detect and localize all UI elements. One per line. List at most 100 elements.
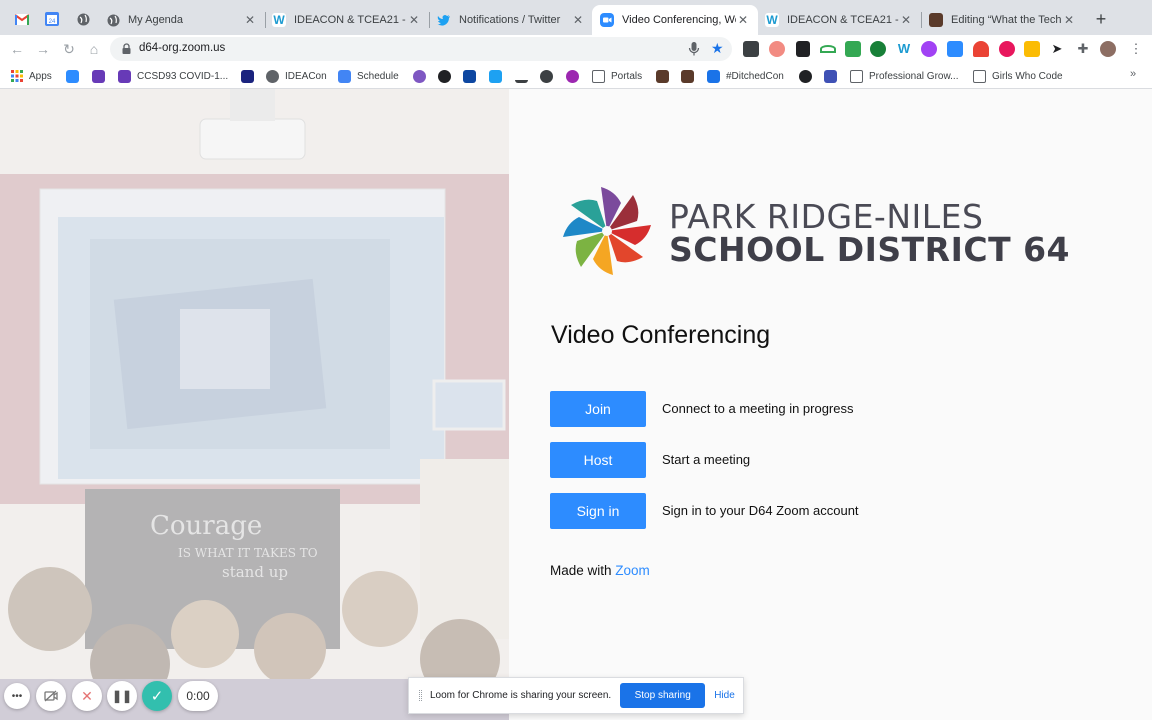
bookmark-ditchedcon[interactable]: #DitchedCon xyxy=(707,68,784,84)
s-icon xyxy=(438,69,451,83)
bookmark-label: Schedule xyxy=(357,70,399,82)
bookmark-label: CCSD93 COVID-1... xyxy=(137,70,229,82)
avatar[interactable] xyxy=(1100,41,1116,57)
extension-icon[interactable] xyxy=(870,41,886,57)
extension-icon[interactable] xyxy=(820,45,836,53)
extension-icon[interactable] xyxy=(845,41,861,57)
tab-close-icon[interactable]: ✕ xyxy=(736,13,750,27)
loom-finish-button[interactable]: ✓ xyxy=(142,681,172,711)
puzzle-icon[interactable]: ✚ xyxy=(1075,41,1091,57)
tab-close-icon[interactable]: ✕ xyxy=(407,13,421,27)
bookmark-schedule[interactable]: Schedule xyxy=(338,68,399,84)
tab-title: IDEACON & TCEA21 - Wa xyxy=(294,14,407,26)
bookmark-sis[interactable] xyxy=(463,68,482,84)
tab-video-conferencing[interactable]: Video Conferencing, Wel ✕ xyxy=(592,5,758,35)
host-description: Start a meeting xyxy=(662,452,751,467)
bookmark-a[interactable] xyxy=(799,68,818,84)
apps-grid-icon xyxy=(11,70,23,82)
bookmark-globe[interactable] xyxy=(540,68,559,84)
loom-cancel-button[interactable]: ✕ xyxy=(72,681,102,711)
twitter-icon xyxy=(437,15,450,26)
zoom-icon xyxy=(600,13,614,27)
home-button[interactable]: ⌂ xyxy=(86,41,102,57)
microphone-icon[interactable] xyxy=(688,41,700,57)
bookmark-portals[interactable]: Portals xyxy=(592,68,642,84)
logo-line-2: SCHOOL DISTRICT 64 xyxy=(669,230,1071,269)
stop-sharing-button[interactable]: Stop sharing xyxy=(620,683,706,708)
reload-button[interactable]: ↻ xyxy=(61,41,77,57)
flame-icon xyxy=(929,13,943,27)
bookmark-purple[interactable] xyxy=(566,68,585,84)
extension-icon[interactable] xyxy=(973,41,989,57)
extension-icon[interactable] xyxy=(921,41,937,57)
join-button[interactable]: Join xyxy=(550,391,646,427)
w-icon[interactable]: W xyxy=(896,41,912,57)
extension-icon[interactable] xyxy=(1024,41,1040,57)
pinned-tab-calendar[interactable]: 24 xyxy=(42,9,62,29)
loom-camera-toggle-icon[interactable] xyxy=(36,681,66,711)
forward-button[interactable]: → xyxy=(35,41,51,57)
bookmark-forms[interactable] xyxy=(92,68,111,84)
bookmark-label: Girls Who Code xyxy=(992,70,1063,82)
hide-button[interactable]: Hide xyxy=(714,690,735,701)
extension-icon[interactable] xyxy=(796,41,810,57)
bookmark-s[interactable] xyxy=(438,68,457,84)
bookmark-c[interactable] xyxy=(824,68,843,84)
sign-in-button[interactable]: Sign in xyxy=(550,493,646,529)
bookmark-girls-who-code[interactable]: Girls Who Code xyxy=(973,68,1063,84)
bookmark-ccsd93[interactable]: CCSD93 COVID-1... xyxy=(118,68,228,84)
calendar-icon: 24 xyxy=(45,12,59,26)
pinned-tab-globe[interactable] xyxy=(73,9,93,29)
tab-ideacon[interactable]: W IDEACON & TCEA21 - Wa ✕ xyxy=(264,5,429,35)
classroom-image: Courage IS WHAT IT TAKES TO stand up xyxy=(0,89,509,720)
loom-more-button[interactable]: ••• xyxy=(4,683,30,709)
drag-handle-icon[interactable] xyxy=(419,690,422,701)
menu-icon[interactable]: ⋮ xyxy=(1128,41,1144,57)
bookmark-label: Portals xyxy=(611,70,643,82)
bookmark-flame[interactable] xyxy=(656,68,675,84)
bookmark-flame-2[interactable] xyxy=(681,68,700,84)
tab-close-icon[interactable]: ✕ xyxy=(571,13,585,27)
bookmark-professional-growth[interactable]: Professional Grow... xyxy=(850,68,958,84)
bookmark-flower[interactable] xyxy=(413,68,432,84)
bookmark-navy[interactable] xyxy=(241,68,260,84)
share-status-text: Loom for Chrome is sharing your screen. xyxy=(430,690,612,701)
tab-close-icon[interactable]: ✕ xyxy=(1062,13,1076,27)
tab-my-agenda[interactable]: My Agenda ✕ xyxy=(99,5,265,35)
extension-icon[interactable] xyxy=(769,41,785,57)
address-bar[interactable]: d64-org.zoom.us ★ xyxy=(110,37,732,61)
extension-icon[interactable] xyxy=(743,41,759,57)
bookmark-ideacon[interactable]: IDEACon xyxy=(266,68,327,84)
bookmark-zoom[interactable] xyxy=(66,68,85,84)
back-button[interactable]: ← xyxy=(9,41,25,57)
extension-icon[interactable] xyxy=(999,41,1015,57)
globe-icon xyxy=(540,69,553,83)
pinned-tab-gmail[interactable] xyxy=(12,9,32,29)
tab-close-icon[interactable]: ✕ xyxy=(243,13,257,27)
bookmarks-overflow-button[interactable]: » xyxy=(1130,68,1136,80)
tab-ideacon-2[interactable]: W IDEACON & TCEA21 - Wa ✕ xyxy=(757,5,921,35)
bookmark-apps[interactable]: Apps xyxy=(11,68,52,84)
new-tab-button[interactable]: + xyxy=(1092,10,1110,28)
flower-icon xyxy=(413,69,426,83)
bookmark-label: Professional Grow... xyxy=(869,70,959,82)
bookmark-star-icon[interactable]: ★ xyxy=(711,40,724,57)
loom-timer: 0:00 xyxy=(178,681,218,711)
zoom-icon[interactable] xyxy=(947,41,963,57)
tab-title: My Agenda xyxy=(128,14,184,26)
twitter-icon xyxy=(489,69,502,83)
sign-in-description: Sign in to your D64 Zoom account xyxy=(662,503,859,518)
tab-twitter-notifications[interactable]: Notifications / Twitter ✕ xyxy=(429,5,593,35)
zoom-link[interactable]: Zoom xyxy=(615,563,650,578)
bookmark-twitter[interactable] xyxy=(489,68,508,84)
host-button[interactable]: Host xyxy=(550,442,646,478)
pinwheel-logo-icon xyxy=(563,187,651,275)
loom-pause-button[interactable]: ❚❚ xyxy=(107,681,137,711)
cursor-extension-icon[interactable]: ➤ xyxy=(1049,41,1065,57)
globe-icon xyxy=(77,13,89,25)
tab-close-icon[interactable]: ✕ xyxy=(899,13,913,27)
page-title: Video Conferencing xyxy=(551,321,771,349)
tab-editing-what-the-tech[interactable]: Editing “What the Tech?” ✕ xyxy=(921,5,1084,35)
screen-share-notification: Loom for Chrome is sharing your screen. … xyxy=(408,677,744,714)
bookmark-bars[interactable] xyxy=(515,68,534,84)
